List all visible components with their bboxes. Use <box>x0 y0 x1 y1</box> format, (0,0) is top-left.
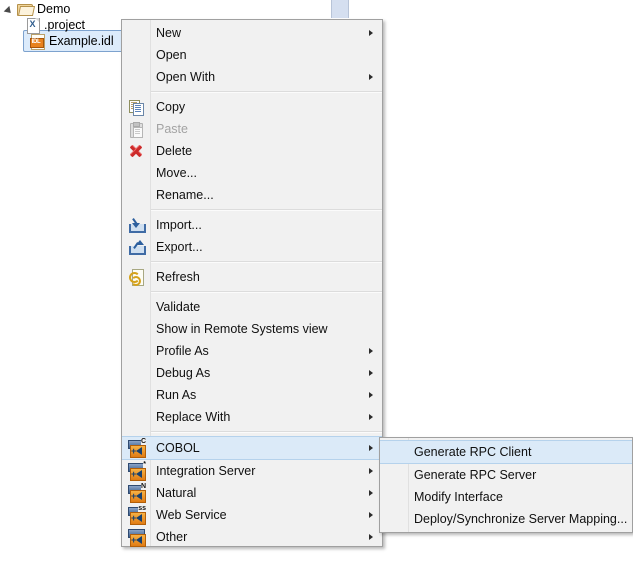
menu-item-label: Web Service <box>156 508 227 522</box>
menu-item-replace-with[interactable]: Replace With <box>122 406 382 428</box>
submenu-arrow-icon <box>369 512 373 518</box>
menu-item-paste: Paste <box>122 118 382 140</box>
menu-item-show-in-remote-systems-view[interactable]: Show in Remote Systems view <box>122 318 382 340</box>
context-menu[interactable]: New Open Open With Copy Paste Delete Mov… <box>121 19 383 547</box>
tree-item-label: Example.idl <box>49 34 114 48</box>
submenu-arrow-icon <box>369 370 373 376</box>
editor-tab-strip-fragment <box>331 0 349 18</box>
integration-server-icon: + * <box>122 460 150 482</box>
menu-item-label: Copy <box>156 100 186 114</box>
submenu-arrow-icon <box>369 468 373 474</box>
import-icon <box>122 214 150 236</box>
submenu-item-deploy-synchronize-server-mapping[interactable]: Deploy/Synchronize Server Mapping... <box>380 508 632 530</box>
natural-service-icon: + N <box>122 482 150 504</box>
menu-item-other[interactable]: + Other <box>122 526 382 548</box>
menu-item-refresh[interactable]: Refresh <box>122 266 382 288</box>
expand-collapse-triangle-icon[interactable] <box>4 4 15 15</box>
web-service-icon: + ss <box>122 504 150 526</box>
menu-item-label: Move... <box>156 166 197 180</box>
menu-item-label: Replace With <box>156 410 231 424</box>
tree-item-example-idl[interactable]: IDL Example.idl <box>23 30 123 52</box>
menu-item-cobol[interactable]: + C COBOL <box>122 436 382 460</box>
submenu-arrow-icon <box>369 392 373 398</box>
menu-item-label: Modify Interface <box>414 490 503 504</box>
submenu-arrow-icon <box>369 445 373 451</box>
idl-icon-label: IDL <box>31 38 41 45</box>
menu-item-label: Debug As <box>156 366 211 380</box>
menu-item-debug-as[interactable]: Debug As <box>122 362 382 384</box>
idl-file-icon: IDL <box>30 33 45 50</box>
submenu-arrow-icon <box>369 490 373 496</box>
menu-item-natural[interactable]: + N Natural <box>122 482 382 504</box>
submenu-arrow-icon <box>369 348 373 354</box>
menu-item-validate[interactable]: Validate <box>122 296 382 318</box>
service-icon-letter: N <box>140 483 146 490</box>
menu-item-web-service[interactable]: + ss Web Service <box>122 504 382 526</box>
menu-item-open-with[interactable]: Open With <box>122 66 382 88</box>
menu-item-label: Open <box>156 48 187 62</box>
copy-icon <box>122 96 150 118</box>
submenu-arrow-icon <box>369 30 373 36</box>
submenu-item-modify-interface[interactable]: Modify Interface <box>380 486 632 508</box>
menu-item-move[interactable]: Move... <box>122 162 382 184</box>
menu-item-label: Other <box>156 530 188 544</box>
menu-item-export[interactable]: Export... <box>122 236 382 258</box>
other-service-icon: + <box>122 526 150 548</box>
menu-item-label: Import... <box>156 218 202 232</box>
cobol-service-icon: + C <box>122 437 150 459</box>
paste-icon <box>122 118 150 140</box>
submenu-arrow-icon <box>369 74 373 80</box>
menu-item-run-as[interactable]: Run As <box>122 384 382 406</box>
menu-item-label: Refresh <box>156 270 200 284</box>
submenu-item-generate-rpc-server[interactable]: Generate RPC Server <box>380 464 632 486</box>
submenu-arrow-icon <box>369 414 373 420</box>
menu-item-delete[interactable]: Delete <box>122 140 382 162</box>
refresh-icon <box>122 266 150 288</box>
menu-separator <box>150 291 382 293</box>
xml-file-icon: X <box>26 17 40 34</box>
menu-item-label: Validate <box>156 300 201 314</box>
menu-item-label: Profile As <box>156 344 209 358</box>
service-icon-letter: * <box>143 461 146 468</box>
tree-item-label: Demo <box>37 2 71 16</box>
menu-item-label: Run As <box>156 388 197 402</box>
service-icon-letter: C <box>140 438 146 445</box>
menu-item-label: Open With <box>156 70 216 84</box>
menu-item-label: Rename... <box>156 188 214 202</box>
menu-item-label: Show in Remote Systems view <box>156 322 328 336</box>
menu-item-open[interactable]: Open <box>122 44 382 66</box>
menu-item-label: Generate RPC Client <box>414 445 532 459</box>
menu-item-rename[interactable]: Rename... <box>122 184 382 206</box>
tree-item-label: .project <box>44 18 85 32</box>
menu-item-label: New <box>156 26 182 40</box>
menu-item-label: Deploy/Synchronize Server Mapping... <box>414 512 628 526</box>
menu-item-label: Integration Server <box>156 464 256 478</box>
submenu-item-generate-rpc-client[interactable]: Generate RPC Client <box>380 440 632 464</box>
menu-item-label: Export... <box>156 240 203 254</box>
menu-separator <box>150 91 382 93</box>
menu-separator <box>150 431 382 433</box>
menu-item-profile-as[interactable]: Profile As <box>122 340 382 362</box>
menu-item-copy[interactable]: Copy <box>122 96 382 118</box>
menu-item-new[interactable]: New <box>122 22 382 44</box>
submenu-arrow-icon <box>369 534 373 540</box>
menu-item-label: COBOL <box>156 441 200 455</box>
menu-item-integration-server[interactable]: + * Integration Server <box>122 460 382 482</box>
menu-separator <box>150 209 382 211</box>
cobol-submenu[interactable]: Generate RPC Client Generate RPC Server … <box>379 437 633 533</box>
menu-item-import[interactable]: Import... <box>122 214 382 236</box>
menu-item-label: Paste <box>156 122 188 136</box>
delete-icon <box>122 140 150 162</box>
menu-separator <box>150 261 382 263</box>
service-icon-letter: ss <box>138 505 146 512</box>
export-icon <box>122 236 150 258</box>
menu-item-label: Generate RPC Server <box>414 468 537 482</box>
folder-icon <box>17 2 36 16</box>
menu-item-label: Delete <box>156 144 193 158</box>
menu-item-label: Natural <box>156 486 197 500</box>
